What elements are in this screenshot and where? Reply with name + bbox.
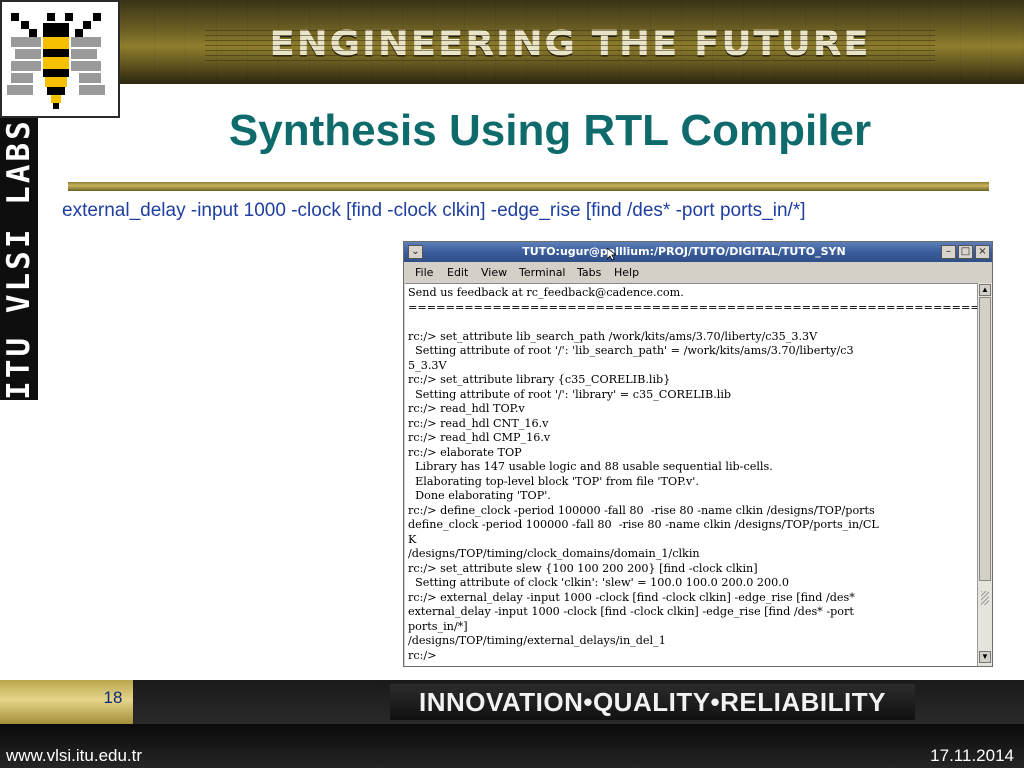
menu-help[interactable]: Help <box>614 266 639 279</box>
terminal-line: rc:/> set_attribute lib_search_path /wor… <box>408 329 818 343</box>
terminal-line: ports_in/*] <box>408 619 468 633</box>
minimize-icon[interactable]: – <box>941 245 956 259</box>
tagline: INNOVATION•QUALITY•RELIABILITY <box>418 687 886 717</box>
terminal-line: rc:/> set_attribute library {c35_CORELIB… <box>408 373 671 386</box>
terminal-title: TUTO:ugur@palllium:/PROJ/TUTO/DIGITAL/TU… <box>522 245 846 258</box>
terminal-scrollbar[interactable]: ▲ ▼ <box>977 283 992 666</box>
footer-url[interactable]: www.vlsi.itu.edu.tr <box>6 746 142 766</box>
terminal-line: Setting attribute of root '/': 'lib_sear… <box>408 344 854 357</box>
terminal-menubar: File Edit View Terminal Tabs Help <box>404 262 992 283</box>
terminal-line: /designs/TOP/timing/clock_domains/domain… <box>408 547 700 560</box>
window-menu-icon[interactable]: ⌄ <box>408 245 423 259</box>
terminal-line: Setting attribute of clock 'clkin': 'sle… <box>408 576 789 589</box>
terminal-line: rc:/> read_hdl CNT_16.v <box>408 416 549 430</box>
banner-title: ENGINEERING THE FUTURE <box>269 24 871 63</box>
terminal-line: define_clock -period 100000 -fall 80 -ri… <box>408 518 879 531</box>
vertical-label: ITU VLSI LABS <box>1 118 37 400</box>
title-divider <box>68 182 989 191</box>
terminal-output[interactable]: Send us feedback at rc_feedback@cadence.… <box>405 283 977 666</box>
vertical-label-band: ITU VLSI LABS <box>0 118 38 400</box>
slide-title: Synthesis Using RTL Compiler <box>228 106 872 155</box>
resize-grip-icon[interactable] <box>981 591 989 605</box>
terminal-line: rc:/> elaborate TOP <box>408 445 522 459</box>
terminal-line: rc:/> define_clock -period 100000 -fall … <box>408 503 875 517</box>
terminal-line: Library has 147 usable logic and 88 usab… <box>408 460 773 473</box>
menu-view[interactable]: View <box>481 266 507 279</box>
logo <box>0 0 120 118</box>
terminal-line: /designs/TOP/timing/external_delays/in_d… <box>408 634 666 647</box>
menu-file[interactable]: File <box>415 266 433 279</box>
menu-tabs[interactable]: Tabs <box>577 266 601 279</box>
terminal-line: K <box>408 532 417 546</box>
terminal-line: Elaborating top-level block 'TOP' from f… <box>408 474 699 488</box>
terminal-line: 5_3.3V <box>408 358 447 372</box>
scroll-up-icon[interactable]: ▲ <box>979 284 991 296</box>
footer-bar <box>0 724 1024 768</box>
terminal-line: Send us feedback at rc_feedback@cadence.… <box>408 286 684 299</box>
page-number: 18 <box>103 688 123 707</box>
terminal-line: rc:/> external_delay -input 1000 -clock … <box>408 590 855 604</box>
scroll-down-icon[interactable]: ▼ <box>979 651 991 663</box>
footer-date: 17.11.2014 <box>930 746 1014 765</box>
menu-edit[interactable]: Edit <box>447 266 468 279</box>
terminal-titlebar[interactable]: ⌄ TUTO:ugur@palllium:/PROJ/TUTO/DIGITAL/… <box>404 242 992 262</box>
scrollbar-thumb[interactable] <box>979 297 991 581</box>
terminal-line: Done elaborating 'TOP'. <box>408 489 551 502</box>
terminal-line: rc:/> read_hdl TOP.v <box>408 402 525 415</box>
terminal-line: Setting attribute of root '/': 'library'… <box>408 387 732 401</box>
terminal-window[interactable]: ⌄ TUTO:ugur@palllium:/PROJ/TUTO/DIGITAL/… <box>403 241 993 667</box>
terminal-line: external_delay -input 1000 -clock [find … <box>408 605 854 618</box>
terminal-line: rc:/> read_hdl CMP_16.v <box>408 431 551 444</box>
menu-terminal[interactable]: Terminal <box>519 266 566 279</box>
terminal-line: rc:/> set_attribute slew {100 100 200 20… <box>408 561 758 575</box>
command-text: external_delay -input 1000 -clock [find … <box>62 200 806 221</box>
bee-logo-icon <box>7 13 105 109</box>
maximize-icon[interactable]: □ <box>958 245 973 259</box>
terminal-line: ========================================… <box>408 300 977 314</box>
terminal-line: rc:/> <box>408 648 437 662</box>
mouse-cursor-icon <box>607 248 616 261</box>
close-icon[interactable]: × <box>975 245 990 259</box>
